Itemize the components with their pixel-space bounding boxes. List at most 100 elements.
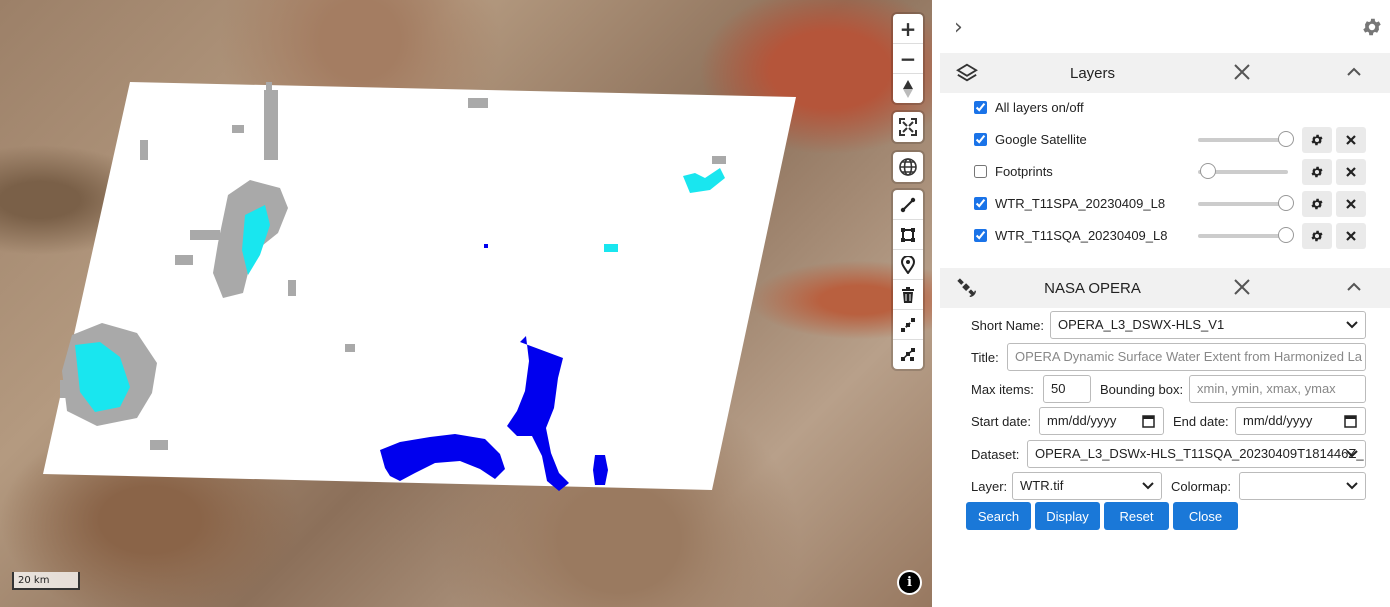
slider-knob[interactable] [1278, 227, 1294, 243]
close-icon [1346, 167, 1356, 177]
layer-settings-button[interactable] [1302, 191, 1332, 217]
layer-label: Layer: [971, 479, 1008, 494]
close-icon[interactable] [1232, 277, 1252, 297]
start-date-input[interactable]: mm/dd/yyyy [1039, 407, 1164, 435]
layer-label: Footprints [995, 164, 1053, 179]
end-date-value: mm/dd/yyyy [1243, 413, 1313, 428]
bounding-box-input[interactable]: xmin, ymin, xmax, ymax [1189, 375, 1366, 403]
colormap-select[interactable] [1239, 472, 1366, 500]
side-panel: › Layers All layers on/off Google Satell… [932, 0, 1390, 607]
chevron-down-icon [1346, 482, 1358, 490]
fullscreen-icon [899, 118, 917, 136]
layer-checkbox[interactable] [974, 197, 987, 210]
nasa-opera-title: NASA OPERA [1044, 279, 1141, 297]
chevron-down-icon [1346, 450, 1358, 458]
close-icon [1346, 231, 1356, 241]
dataset-select[interactable]: OPERA_L3_DSWx-HLS_T11SQA_20230409T181446… [1027, 440, 1366, 468]
colormap-label: Colormap: [1171, 479, 1231, 494]
layer-row-wtr-t11spa: WTR_T11SPA_20230409_L8 [974, 191, 1374, 217]
short-name-label: Short Name: [971, 318, 1044, 333]
fullscreen-button[interactable] [893, 112, 923, 142]
slider-knob[interactable] [1200, 163, 1216, 179]
satellite-icon [957, 278, 976, 297]
title-label: Title: [971, 350, 999, 365]
title-field[interactable]: OPERA Dynamic Surface Water Extent from … [1007, 343, 1366, 371]
calendar-icon[interactable] [1344, 414, 1357, 428]
opacity-slider[interactable] [1198, 195, 1294, 211]
bounding-box-label: Bounding box: [1100, 382, 1184, 397]
layer-settings-button[interactable] [1302, 223, 1332, 249]
layer-settings-button[interactable] [1302, 159, 1332, 185]
short-name-select[interactable]: OPERA_L3_DSWX-HLS_V1 [1050, 311, 1366, 339]
layer-label: Google Satellite [995, 132, 1087, 147]
display-button[interactable]: Display [1035, 502, 1100, 530]
gear-icon [1311, 198, 1323, 210]
draw-line-button[interactable] [893, 190, 923, 220]
opacity-slider[interactable] [1198, 163, 1288, 179]
layer-row-footprints: Footprints [974, 159, 1374, 185]
layer-label: WTR_T11SPA_20230409_L8 [995, 196, 1166, 211]
start-date-label: Start date: [971, 414, 1031, 429]
zoom-in-button[interactable]: + [893, 14, 923, 44]
close-icon [1346, 199, 1356, 209]
layer-remove-button[interactable] [1336, 159, 1366, 185]
draw-marker-button[interactable] [893, 250, 923, 280]
gear-icon [1311, 230, 1323, 242]
close-button[interactable]: Close [1173, 502, 1238, 530]
remove-points-button[interactable] [893, 340, 923, 369]
all-layers-checkbox[interactable] [974, 101, 987, 114]
all-layers-toggle-row: All layers on/off [974, 95, 1374, 121]
globe-button[interactable] [893, 152, 923, 182]
compass-button[interactable] [893, 74, 923, 103]
zoom-out-button[interactable]: − [893, 44, 923, 74]
water-extent-overlay [43, 82, 796, 491]
layer-checkbox[interactable] [974, 133, 987, 146]
info-button[interactable]: i [899, 572, 920, 593]
slider-knob[interactable] [1278, 131, 1294, 147]
short-name-value: OPERA_L3_DSWX-HLS_V1 [1058, 317, 1225, 332]
close-icon[interactable] [1232, 62, 1252, 82]
draw-rectangle-icon [901, 227, 915, 242]
draw-points-icon [901, 317, 915, 332]
chevron-up-icon[interactable] [1345, 63, 1363, 81]
draw-rectangle-button[interactable] [893, 220, 923, 250]
layer-select[interactable]: WTR.tif [1012, 472, 1162, 500]
max-items-label: Max items: [971, 382, 1034, 397]
gear-icon [1311, 166, 1323, 178]
compass-icon [903, 79, 913, 98]
max-items-input[interactable]: 50 [1043, 375, 1091, 403]
chevron-up-icon[interactable] [1345, 278, 1363, 296]
layer-row-google-satellite: Google Satellite [974, 127, 1374, 153]
scale-bar: 20 km [12, 572, 80, 590]
reset-button[interactable]: Reset [1104, 502, 1169, 530]
gear-icon[interactable] [1361, 16, 1383, 38]
gear-icon [1311, 134, 1323, 146]
start-date-value: mm/dd/yyyy [1047, 413, 1117, 428]
map-view[interactable]: + − 20 km i [0, 0, 932, 607]
raster-footprint [43, 82, 796, 490]
slider-knob[interactable] [1278, 195, 1294, 211]
collapse-panel-button[interactable]: › [954, 15, 963, 40]
end-date-label: End date: [1173, 414, 1229, 429]
layer-checkbox[interactable] [974, 165, 987, 178]
search-button[interactable]: Search [966, 502, 1031, 530]
opacity-slider[interactable] [1198, 227, 1294, 243]
layer-remove-button[interactable] [1336, 191, 1366, 217]
panel-toolbar: › [932, 0, 1390, 52]
opacity-slider[interactable] [1198, 131, 1294, 147]
close-icon [1346, 135, 1356, 145]
layers-title: Layers [1069, 64, 1116, 82]
end-date-input[interactable]: mm/dd/yyyy [1235, 407, 1366, 435]
chevron-down-icon [1346, 321, 1358, 329]
draw-points-icon-2 [901, 347, 915, 361]
delete-drawing-button[interactable] [893, 280, 923, 310]
calendar-icon[interactable] [1142, 414, 1155, 428]
trash-icon [902, 286, 914, 303]
layer-remove-button[interactable] [1336, 223, 1366, 249]
layer-settings-button[interactable] [1302, 127, 1332, 153]
layer-checkbox[interactable] [974, 229, 987, 242]
layer-remove-button[interactable] [1336, 127, 1366, 153]
dataset-value: OPERA_L3_DSWx-HLS_T11SQA_20230409T181446… [1035, 446, 1364, 461]
edit-points-button[interactable] [893, 310, 923, 340]
globe-icon [899, 158, 917, 176]
